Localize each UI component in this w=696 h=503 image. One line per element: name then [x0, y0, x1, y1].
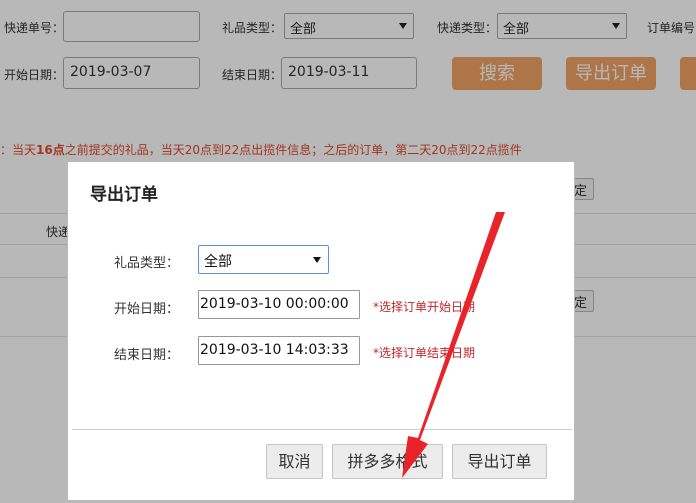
annotation-arrow-icon — [402, 212, 505, 478]
